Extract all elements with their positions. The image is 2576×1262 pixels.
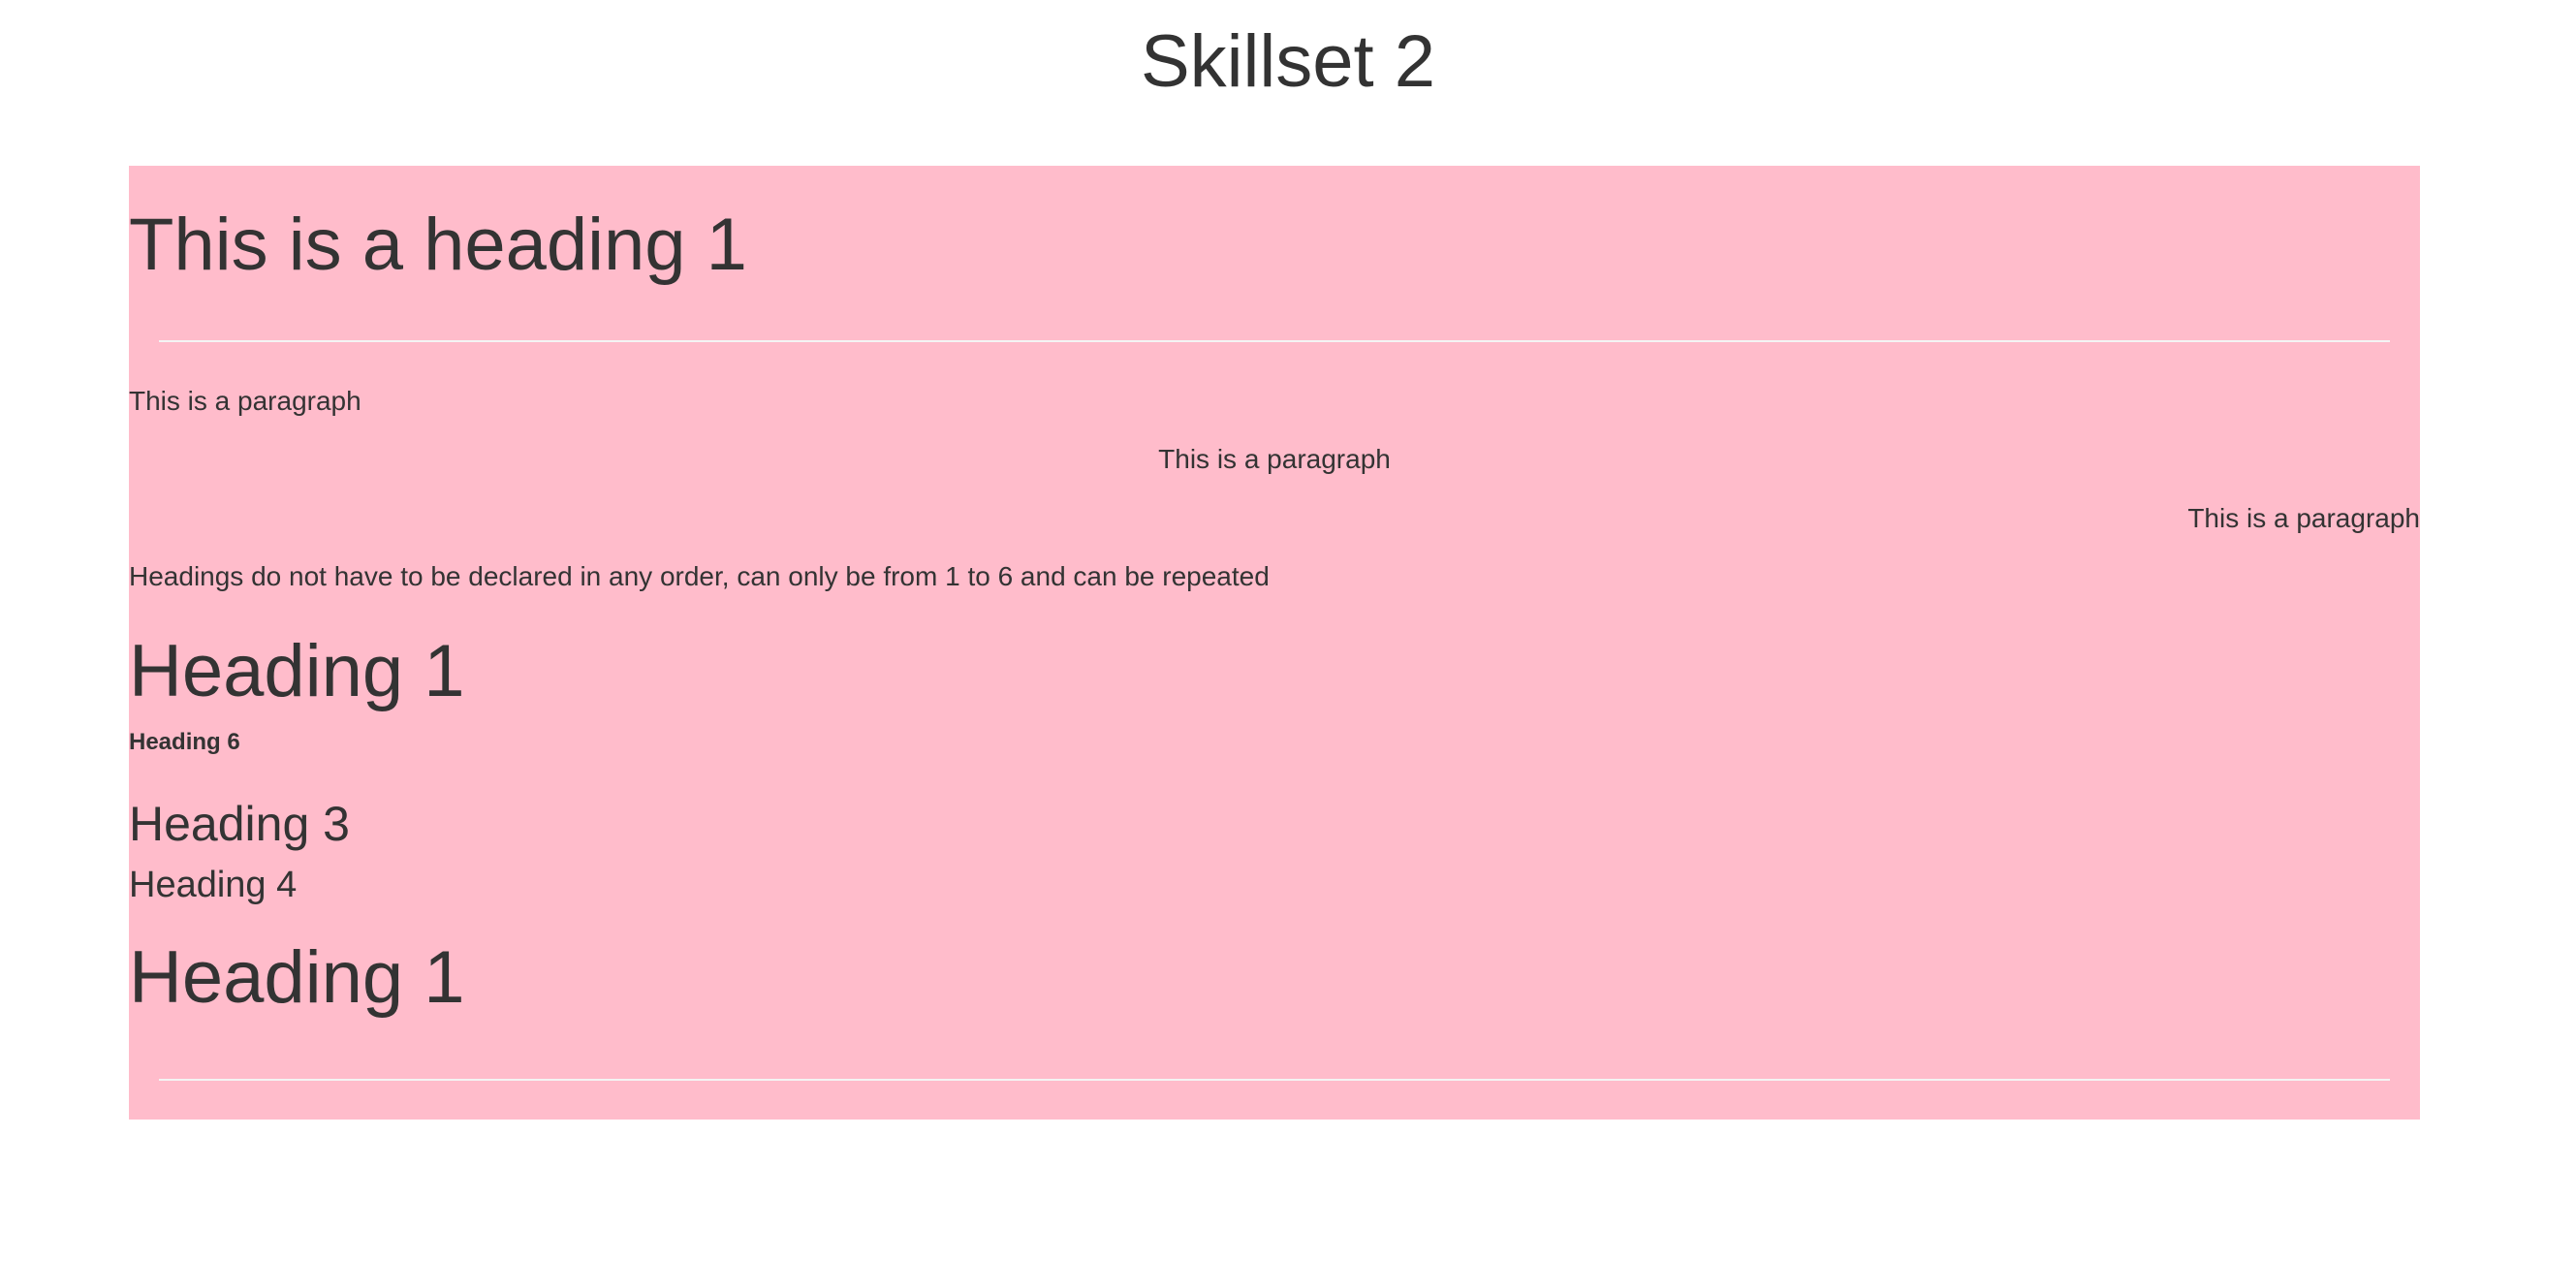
heading-4: Heading 4 [129, 865, 298, 905]
paragraph-left-aligned: This is a paragraph [129, 386, 361, 416]
page-title: Skillset 2 [1140, 20, 1436, 103]
heading-6: Heading 6 [129, 729, 240, 755]
headings-note: Headings do not have to be declared in a… [129, 561, 1270, 591]
heading-1-first: Heading 1 [129, 630, 465, 712]
main-heading: This is a heading 1 [129, 204, 747, 286]
divider-bottom [159, 1079, 2390, 1081]
paragraph-center-aligned: This is a paragraph [1158, 444, 1391, 474]
heading-1-second: Heading 1 [129, 936, 465, 1019]
heading-3: Heading 3 [129, 797, 350, 851]
content-panel: This is a heading 1 This is a paragraph … [129, 166, 2420, 1120]
divider-top [159, 340, 2390, 342]
paragraph-right-aligned: This is a paragraph [2187, 503, 2420, 533]
